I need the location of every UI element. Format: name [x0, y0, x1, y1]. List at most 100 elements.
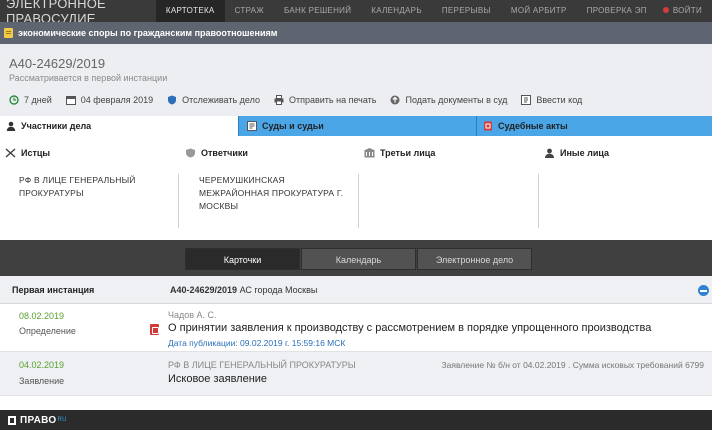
event-row: 04.02.2019 Заявление РФ В ЛИЦЕ ГЕНЕРАЛЬН…	[0, 352, 712, 396]
defendant-line: МОСКВЫ	[199, 201, 239, 211]
instance-case-info: А40-24629/2019 АС города Москвы	[170, 285, 317, 295]
days-counter[interactable]: 7 дней	[9, 95, 52, 105]
submit-documents-button[interactable]: Подать документы в суд	[390, 95, 507, 105]
instance-header: Первая инстанция А40-24629/2019 АС город…	[0, 276, 712, 304]
date-label: 04 февраля 2019	[80, 95, 154, 105]
third-parties-header: Третьи лица	[364, 148, 435, 158]
event-title-link[interactable]: О принятии заявления к производству с ра…	[168, 322, 651, 334]
tab-participants-label: Участники дела	[21, 120, 92, 131]
tab-courts-judges[interactable]: Суды и судьи	[238, 116, 476, 136]
case-tabs: Участники дела Суды и судьи Судебные акт…	[0, 116, 712, 136]
gavel-doc-icon	[247, 121, 257, 131]
pravo-logo-text: ПРАВО	[20, 414, 57, 426]
defendant-line: ЧЕРЕМУШКИНСКАЯ	[199, 175, 285, 185]
event-party: РФ В ЛИЦЕ ГЕНЕРАЛЬНЫЙ ПРОКУРАТУРЫ	[168, 360, 356, 370]
instance-court: АС города Москвы	[239, 285, 318, 295]
plaintiffs-header: Истцы	[5, 148, 50, 158]
top-nav: ЭЛЕКТРОННОЕ ПРАВОСУДИЕ КАРТОТЕКА СТРАЖ Б…	[0, 0, 712, 26]
footer: ПРАВО RU	[0, 410, 712, 430]
category-bar: экономические споры по гражданским право…	[0, 22, 712, 44]
third-parties-label: Третьи лица	[380, 148, 436, 158]
nav-item-strazh[interactable]: СТРАЖ	[225, 0, 274, 22]
nav-item-moy-arbitr[interactable]: МОЙ АРБИТР	[501, 0, 577, 22]
pdf-icon[interactable]	[150, 324, 159, 335]
other-parties-column: Иные лица	[540, 136, 712, 236]
login-dot-icon	[662, 7, 669, 13]
shield-icon	[168, 95, 177, 105]
days-label: 7 дней	[24, 95, 52, 105]
tab-court-acts[interactable]: Судебные акты	[476, 116, 712, 136]
other-parties-header: Иные лица	[544, 148, 609, 158]
building-icon	[364, 148, 375, 158]
event-judge: Чадов А. С.	[168, 310, 217, 320]
case-header: А40-24629/2019 Рассматривается в первой …	[0, 44, 712, 116]
plaintiff-name[interactable]: РФ В ЛИЦЕ ГЕНЕРАЛЬНЫЙ ПРОКУРАТУРЫ	[19, 174, 136, 200]
tab-cards[interactable]: Карточки	[185, 248, 300, 270]
code-icon	[521, 95, 532, 105]
defendants-header: Ответчики	[185, 148, 248, 158]
plaintiff-line: ПРОКУРАТУРЫ	[19, 188, 84, 198]
login-label: ВОЙТИ	[672, 6, 702, 15]
column-divider	[358, 174, 359, 228]
track-case-button[interactable]: Отслеживать дело	[167, 95, 260, 105]
instance-case-number: А40-24629/2019	[170, 285, 238, 295]
print-label: Отправить на печать	[288, 95, 377, 105]
case-toolbar: 7 дней 04 февраля 2019 Отслеживать дело …	[9, 92, 596, 108]
tab-calendar[interactable]: Календарь	[301, 248, 416, 270]
plaintiff-line: РФ В ЛИЦЕ ГЕНЕРАЛЬНЫЙ	[19, 175, 136, 185]
column-divider	[538, 174, 539, 228]
case-status: Рассматривается в первой инстанции	[9, 73, 168, 83]
enter-code-button[interactable]: Ввести код	[521, 95, 582, 105]
pravo-logo[interactable]: ПРАВО RU	[8, 415, 67, 426]
pravo-logo-sup: RU	[57, 417, 67, 423]
calendar-icon	[65, 96, 76, 105]
person-icon	[6, 121, 16, 131]
defendants-label: Ответчики	[201, 148, 248, 158]
instance-label: Первая инстанция	[12, 285, 95, 295]
pdf-doc-icon	[484, 121, 492, 131]
participants-panel: Истцы РФ В ЛИЦЕ ГЕНЕРАЛЬНЫЙ ПРОКУРАТУРЫ …	[0, 136, 712, 240]
submit-documents-label: Подать документы в суд	[405, 95, 508, 105]
event-published: Дата публикации: 09.02.2019 г. 15:59:16 …	[168, 338, 346, 348]
tab-court-acts-label: Судебные акты	[498, 121, 568, 131]
view-tabs-band: Карточки Календарь Электронное дело	[0, 240, 712, 276]
column-divider	[178, 174, 179, 228]
event-date: 04.02.2019	[19, 360, 65, 370]
login-link[interactable]: ВОЙТИ	[657, 0, 712, 22]
crossed-swords-icon	[5, 148, 16, 158]
event-row: 08.02.2019 Определение Чадов А. С. О при…	[0, 304, 712, 352]
event-date: 08.02.2019	[19, 311, 65, 321]
defendants-column: Ответчики ЧЕРЕМУШКИНСКАЯ МЕЖРАЙОННАЯ ПРО…	[180, 136, 358, 236]
plaintiffs-label: Истцы	[21, 148, 51, 158]
date-button[interactable]: 04 февраля 2019	[65, 95, 154, 105]
third-parties-column: Третьи лица	[360, 136, 538, 236]
tab-participants[interactable]: Участники дела	[0, 116, 238, 136]
print-button[interactable]: Отправить на печать	[274, 95, 377, 105]
defendant-line: МЕЖРАЙОННАЯ ПРОКУРАТУРА Г.	[199, 188, 344, 198]
nav-item-check-ep[interactable]: ПРОВЕРКА ЭП	[577, 0, 657, 22]
event-claim-info: Заявление № б/н от 04.02.2019 . Сумма ис…	[441, 360, 705, 370]
pravo-logo-icon	[8, 415, 16, 425]
event-type: Определение	[19, 326, 76, 336]
nav-item-bank-resheniy[interactable]: БАНК РЕШЕНИЙ	[274, 0, 361, 22]
case-number: А40-24629/2019	[9, 56, 106, 71]
person-icon	[545, 148, 554, 158]
plaintiffs-column: Истцы РФ В ЛИЦЕ ГЕНЕРАЛЬНЫЙ ПРОКУРАТУРЫ	[0, 136, 178, 236]
nav-item-breaks[interactable]: ПЕРЕРЫВЫ	[432, 0, 501, 22]
nav-item-calendar[interactable]: КАЛЕНДАРЬ	[361, 0, 432, 22]
upload-circle-icon	[390, 95, 400, 105]
defendant-name[interactable]: ЧЕРЕМУШКИНСКАЯ МЕЖРАЙОННАЯ ПРОКУРАТУРА Г…	[199, 174, 343, 213]
folder-icon	[4, 28, 13, 38]
printer-icon	[274, 95, 284, 105]
track-case-label: Отслеживать дело	[182, 95, 260, 105]
nav-item-kartoteka[interactable]: КАРТОТЕКА	[155, 0, 225, 22]
collapse-icon[interactable]	[698, 285, 709, 296]
event-type: Заявление	[19, 376, 65, 386]
other-parties-label: Иные лица	[560, 148, 609, 158]
tab-electronic-case[interactable]: Электронное дело	[417, 248, 532, 270]
event-title: Исковое заявление	[168, 373, 268, 385]
shield-outline-icon	[186, 148, 195, 158]
category-label: экономические споры по гражданским право…	[18, 28, 278, 38]
view-tabs: Карточки Календарь Электронное дело	[185, 248, 533, 270]
enter-code-label: Ввести код	[536, 95, 583, 105]
